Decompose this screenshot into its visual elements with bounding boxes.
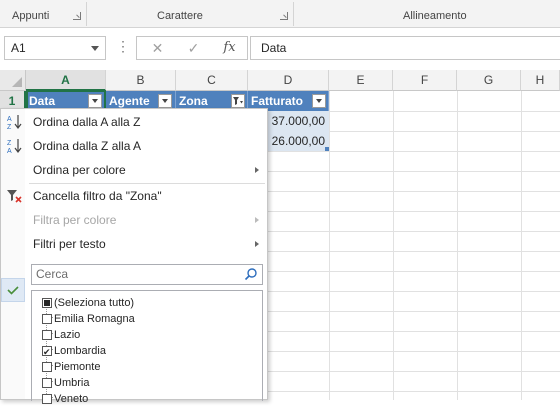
menu-item-label: Filtri per testo xyxy=(33,237,106,251)
clear-filter-icon xyxy=(7,190,22,203)
formula-bar: A1 ⋮ ✕ ✓ fx Data xyxy=(0,28,560,68)
menu-item-label: Ordina dalla A alla Z xyxy=(33,115,141,129)
column-header-a[interactable]: A xyxy=(26,70,106,91)
gridline xyxy=(329,91,330,400)
gridline xyxy=(521,91,522,400)
menu-item-label: Filtra per colore xyxy=(33,213,117,227)
chevron-down-icon xyxy=(316,99,322,103)
insert-function-button[interactable]: fx xyxy=(211,37,248,59)
filter-item-label: Emilia Romagna xyxy=(54,313,135,325)
chevron-down-icon xyxy=(162,99,168,103)
gridline xyxy=(457,91,458,400)
filter-item-label: Piemonte xyxy=(54,361,101,373)
filter-active-button[interactable] xyxy=(231,94,245,108)
ribbon-separator xyxy=(293,2,294,26)
name-box[interactable]: A1 xyxy=(4,36,106,60)
filter-dropdown-button[interactable] xyxy=(312,94,326,108)
search-input[interactable]: Cerca xyxy=(31,264,263,285)
column-header-g[interactable]: G xyxy=(457,70,521,91)
ribbon-group-font-label: Carattere xyxy=(157,10,203,22)
menu-item-sort-za[interactable]: Z A Ordina dalla Z alla A xyxy=(1,134,267,158)
font-dialog-launcher-icon[interactable] xyxy=(280,12,288,20)
chevron-down-icon[interactable] xyxy=(91,46,99,51)
checkbox[interactable] xyxy=(42,314,52,324)
checkbox[interactable] xyxy=(42,394,52,404)
active-filter-indicator xyxy=(1,278,25,302)
filter-item-select-all[interactable]: (Seleziona tutto) xyxy=(42,295,135,311)
menu-item-sort-by-color[interactable]: Ordina per colore xyxy=(1,158,267,182)
filter-item-veneto[interactable]: Veneto xyxy=(42,391,89,407)
formula-buttons: ✕ ✓ fx xyxy=(136,36,248,60)
clipboard-dialog-launcher-icon[interactable] xyxy=(73,12,81,20)
check-icon xyxy=(7,286,19,295)
submenu-arrow-icon xyxy=(255,217,259,223)
table-header-label: Fatturato xyxy=(251,94,303,108)
svg-text:A: A xyxy=(7,116,12,123)
filter-dropdown-button[interactable] xyxy=(158,94,172,108)
enter-icon[interactable]: ✓ xyxy=(175,37,212,59)
column-header-f[interactable]: F xyxy=(393,70,457,91)
column-header-c[interactable]: C xyxy=(176,70,248,91)
filter-active-icon xyxy=(233,97,243,105)
checkbox[interactable] xyxy=(42,362,52,372)
fill-handle[interactable] xyxy=(325,147,329,151)
filter-value-list: (Seleziona tutto) Emilia Romagna Lazio L… xyxy=(31,290,263,405)
more-options-icon[interactable]: ⋮ xyxy=(116,39,130,53)
submenu-arrow-icon xyxy=(255,241,259,247)
filter-item-emilia-romagna[interactable]: Emilia Romagna xyxy=(42,311,135,327)
filter-item-label: Veneto xyxy=(54,393,89,405)
column-header-b[interactable]: B xyxy=(106,70,176,91)
svg-text:Z: Z xyxy=(7,124,12,131)
ribbon-group-labels: Appunti Carattere Allineamento xyxy=(0,0,560,28)
column-header-d[interactable]: D xyxy=(248,70,329,91)
filter-item-umbria[interactable]: Umbria xyxy=(42,375,90,391)
name-box-value: A1 xyxy=(11,41,26,55)
menu-item-sort-az[interactable]: A Z Ordina dalla A alla Z xyxy=(1,110,267,134)
checkbox-checked[interactable] xyxy=(42,344,52,360)
select-all-corner[interactable] xyxy=(0,70,26,91)
filter-item-label: (Seleziona tutto) xyxy=(54,297,135,309)
svg-text:A: A xyxy=(7,148,12,155)
ribbon-separator xyxy=(86,2,87,26)
column-header-h[interactable]: H xyxy=(521,70,560,91)
column-header-e[interactable]: E xyxy=(329,70,393,91)
ribbon-group-alignment-label: Allineamento xyxy=(403,10,467,22)
filter-menu: A Z Ordina dalla A alla Z Z A Ordina dal… xyxy=(0,108,268,405)
menu-item-label: Ordina per colore xyxy=(33,163,126,177)
filter-item-piemonte[interactable]: Piemonte xyxy=(42,359,101,375)
submenu-arrow-icon xyxy=(255,167,259,173)
checkbox[interactable] xyxy=(42,330,52,340)
filter-item-label: Umbria xyxy=(54,377,90,389)
menu-item-clear-filter[interactable]: Cancella filtro da "Zona" xyxy=(1,184,267,208)
table-header-label: Agente xyxy=(109,94,150,108)
table-header-label: Zona xyxy=(179,94,208,108)
filter-item-lombardia[interactable]: Lombardia xyxy=(42,343,106,360)
filter-item-label: Lazio xyxy=(54,329,81,341)
sort-az-icon: A Z xyxy=(7,115,22,131)
menu-item-label: Cancella filtro da "Zona" xyxy=(33,189,162,203)
menu-item-label: Ordina dalla Z alla A xyxy=(33,139,142,153)
filter-item-lazio[interactable]: Lazio xyxy=(42,327,81,343)
ribbon-group-clipboard-label: Appunti xyxy=(12,10,50,22)
formula-input[interactable]: Data xyxy=(250,36,560,60)
menu-item-filter-by-color: Filtra per colore xyxy=(1,208,267,232)
search-icon[interactable] xyxy=(244,267,258,281)
cancel-icon[interactable]: ✕ xyxy=(139,37,176,59)
svg-text:Z: Z xyxy=(7,140,12,147)
checkbox-partial[interactable] xyxy=(42,298,52,308)
menu-item-text-filters[interactable]: Filtri per testo xyxy=(1,232,267,256)
gridline xyxy=(393,91,394,400)
filter-item-label: Lombardia xyxy=(54,345,106,357)
checkbox[interactable] xyxy=(42,378,52,388)
sort-za-icon: Z A xyxy=(7,139,22,155)
search-placeholder: Cerca xyxy=(36,267,69,281)
